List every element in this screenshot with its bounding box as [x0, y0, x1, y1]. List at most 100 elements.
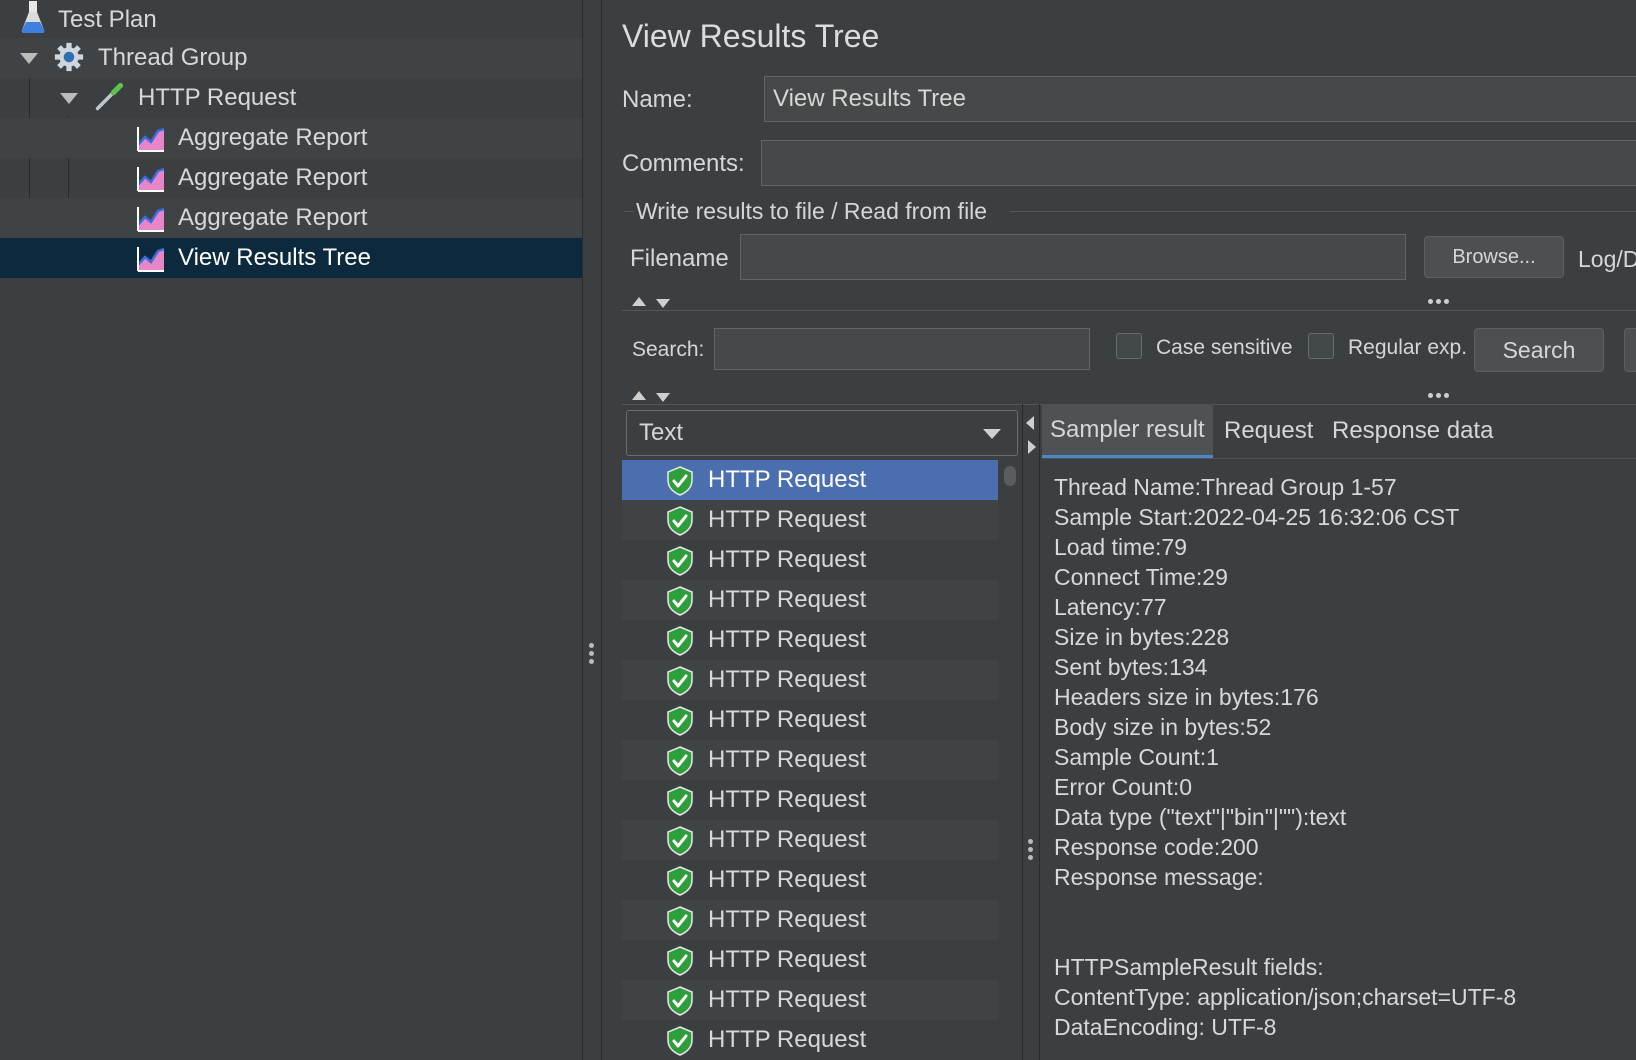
- result-item[interactable]: HTTP Request: [622, 620, 998, 660]
- chevron-down-icon: [983, 429, 1001, 439]
- chart-icon: [136, 204, 166, 234]
- result-item-label: HTTP Request: [708, 826, 867, 853]
- success-shield-icon: [666, 706, 694, 736]
- detail-line: [1054, 892, 1516, 922]
- search-button[interactable]: Search: [1474, 328, 1604, 372]
- expand-right-icon[interactable]: [1028, 440, 1036, 454]
- result-item-label: HTTP Request: [708, 666, 867, 693]
- results-list: HTTP Request HTTP Request HTTP Request HTTP…: [622, 460, 998, 1060]
- detail-line: Sample Start:2022-04-25 16:32:06 CST: [1054, 504, 1460, 530]
- result-item[interactable]: HTTP Request: [622, 980, 998, 1020]
- page-title: View Results Tree: [622, 18, 880, 54]
- collapse-left-icon[interactable]: [1026, 416, 1034, 430]
- chart-icon: [136, 164, 166, 194]
- tree-item-label: Aggregate Report: [178, 124, 368, 151]
- tree-item-aggregate-report[interactable]: Aggregate Report: [0, 198, 582, 238]
- tab-response-data[interactable]: Response data: [1332, 404, 1493, 458]
- collapse-down-icon[interactable]: [656, 299, 670, 308]
- tree-item-view-results-tree[interactable]: View Results Tree: [0, 238, 582, 278]
- collapse-down-icon[interactable]: [656, 393, 670, 402]
- search-label: Search:: [632, 338, 705, 361]
- more-icon[interactable]: [1428, 299, 1449, 304]
- reset-button[interactable]: [1624, 328, 1636, 372]
- comments-label: Comments:: [622, 150, 745, 177]
- splitter-handle-icon[interactable]: [589, 640, 595, 667]
- result-item-label: HTTP Request: [708, 746, 867, 773]
- result-item[interactable]: HTTP Request: [622, 940, 998, 980]
- result-item-label: HTTP Request: [708, 906, 867, 933]
- success-shield-icon: [666, 946, 694, 976]
- success-shield-icon: [666, 506, 694, 536]
- browse-button[interactable]: Browse...: [1424, 236, 1564, 278]
- tree-item-aggregate-report[interactable]: Aggregate Report: [0, 158, 582, 198]
- log-label: Log/D: [1578, 246, 1636, 272]
- expand-up-icon[interactable]: [632, 391, 646, 400]
- result-item[interactable]: HTTP Request: [622, 580, 998, 620]
- tab-request[interactable]: Request: [1224, 404, 1313, 458]
- result-item[interactable]: HTTP Request: [622, 820, 998, 860]
- renderer-select[interactable]: Text: [626, 410, 1018, 456]
- result-item[interactable]: HTTP Request: [622, 700, 998, 740]
- result-item[interactable]: HTTP Request: [622, 460, 998, 500]
- success-shield-icon: [666, 906, 694, 936]
- name-field[interactable]: View Results Tree: [764, 76, 1636, 122]
- detail-line: [1054, 922, 1516, 952]
- filename-label: Filename: [630, 245, 729, 272]
- chevron-down-icon[interactable]: [20, 53, 38, 64]
- tab-sampler-result[interactable]: Sampler result: [1042, 404, 1213, 458]
- result-item[interactable]: HTTP Request: [622, 1020, 998, 1060]
- result-item[interactable]: HTTP Request: [622, 860, 998, 900]
- pipette-icon: [94, 82, 124, 112]
- tree-item-label: Aggregate Report: [178, 204, 368, 231]
- tree-item-aggregate-report[interactable]: Aggregate Report: [0, 118, 582, 158]
- result-item[interactable]: HTTP Request: [622, 540, 998, 580]
- tree-item-http-request[interactable]: HTTP Request: [0, 78, 582, 118]
- success-shield-icon: [666, 986, 694, 1016]
- results-splitter[interactable]: [1022, 404, 1040, 1060]
- success-shield-icon: [666, 746, 694, 776]
- gear-icon: [54, 42, 84, 72]
- success-shield-icon: [666, 666, 694, 696]
- file-section-title: Write results to file / Read from file: [636, 198, 988, 224]
- test-plan-tree: Test Plan Thread Group HTTP Request Aggr…: [0, 0, 582, 1060]
- result-item[interactable]: HTTP Request: [622, 740, 998, 780]
- detail-line: Sample Count:1: [1054, 744, 1219, 770]
- success-shield-icon: [666, 826, 694, 856]
- more-icon[interactable]: [1428, 393, 1449, 398]
- list-scrollbar-thumb[interactable]: [1004, 466, 1016, 486]
- name-field-value: View Results Tree: [773, 85, 966, 112]
- detail-line: Body size in bytes:52: [1054, 714, 1272, 740]
- comments-field[interactable]: [761, 140, 1636, 186]
- success-shield-icon: [666, 466, 694, 496]
- expand-up-icon[interactable]: [632, 297, 646, 306]
- detail-line: ContentType: application/json;charset=UT…: [1054, 984, 1517, 1010]
- result-item[interactable]: HTTP Request: [622, 900, 998, 940]
- panel-splitter[interactable]: [582, 0, 602, 1060]
- flask-icon: [18, 1, 48, 33]
- regular-exp-checkbox[interactable]: [1308, 333, 1334, 359]
- detail-line: Sent bytes:134: [1054, 654, 1208, 680]
- result-item[interactable]: HTTP Request: [622, 660, 998, 700]
- result-item[interactable]: HTTP Request: [622, 500, 998, 540]
- search-input[interactable]: [714, 328, 1090, 370]
- tree-item-thread-group[interactable]: Thread Group: [0, 38, 582, 78]
- result-item-label: HTTP Request: [708, 1026, 867, 1053]
- result-item-label: HTTP Request: [708, 946, 867, 973]
- result-item-label: HTTP Request: [708, 706, 867, 733]
- result-item-label: HTTP Request: [708, 466, 867, 493]
- tree-item-label: Aggregate Report: [178, 164, 368, 191]
- chart-icon: [136, 124, 166, 154]
- filename-field[interactable]: [740, 234, 1406, 280]
- splitter-handle-icon[interactable]: [1028, 836, 1034, 863]
- result-item[interactable]: HTTP Request: [622, 780, 998, 820]
- tree-item-test-plan[interactable]: Test Plan: [0, 0, 582, 40]
- renderer-select-value: Text: [639, 419, 684, 446]
- case-sensitive-checkbox[interactable]: [1116, 333, 1142, 359]
- success-shield-icon: [666, 866, 694, 896]
- regular-exp-label: Regular exp.: [1348, 336, 1468, 359]
- detail-line: Connect Time:29: [1054, 564, 1228, 590]
- result-item-label: HTTP Request: [708, 506, 867, 533]
- case-sensitive-label: Case sensitive: [1156, 336, 1293, 359]
- detail-line: DataEncoding: UTF-8: [1054, 1014, 1277, 1040]
- chevron-down-icon[interactable]: [60, 93, 78, 104]
